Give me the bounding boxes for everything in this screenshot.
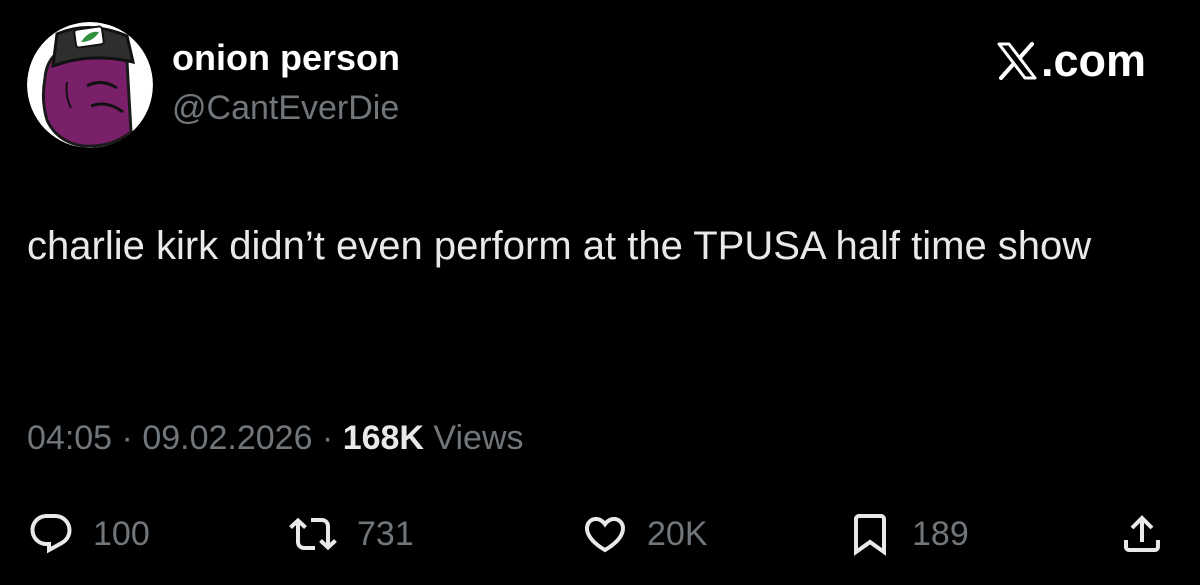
reply-button[interactable]: 100 xyxy=(27,506,150,562)
bookmark-icon xyxy=(854,514,886,556)
views-label[interactable]: Views xyxy=(424,419,523,457)
tweet-text: charlie kirk didn’t even perform at the … xyxy=(27,224,1092,268)
post-date[interactable]: 09.02.2026 xyxy=(142,419,312,457)
repost-button[interactable]: 731 xyxy=(287,506,414,562)
heart-icon xyxy=(584,517,626,553)
brand-label: .com xyxy=(1040,35,1146,86)
tweet-meta: 04:05 · 09.02.2026 · 168K Views xyxy=(27,416,524,460)
action-bar: 100 731 20K 189 xyxy=(0,506,1200,562)
meta-separator: · xyxy=(112,419,143,457)
share-button[interactable] xyxy=(1118,506,1166,562)
meta-separator: · xyxy=(312,419,343,457)
onion-person-avatar-icon xyxy=(27,22,153,148)
reply-count: 100 xyxy=(93,515,150,553)
bookmark-button[interactable]: 189 xyxy=(846,506,969,562)
like-button[interactable]: 20K xyxy=(581,506,708,562)
like-count: 20K xyxy=(647,515,708,553)
repost-icon xyxy=(289,517,337,551)
bookmark-count: 189 xyxy=(912,515,969,553)
display-name[interactable]: onion person xyxy=(172,36,400,80)
share-icon xyxy=(1124,515,1160,552)
reply-icon xyxy=(30,514,72,554)
username-handle[interactable]: @CantEverDie xyxy=(172,86,399,130)
brand-watermark: .com xyxy=(997,34,1146,88)
post-time[interactable]: 04:05 xyxy=(27,419,112,457)
avatar[interactable] xyxy=(27,22,153,148)
views-count[interactable]: 168K xyxy=(343,419,424,457)
x-logo-icon xyxy=(997,42,1037,80)
repost-count: 731 xyxy=(357,515,414,553)
